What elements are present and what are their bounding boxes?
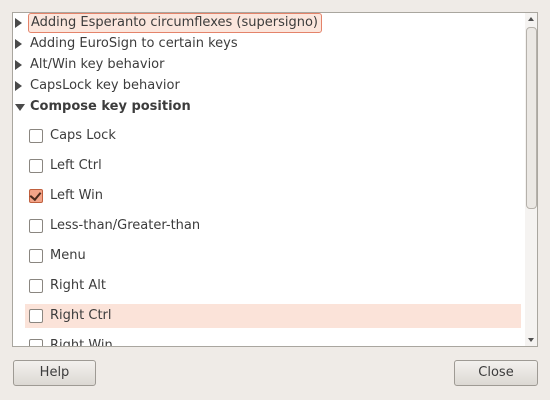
tree-item-label: Compose key position xyxy=(30,99,191,114)
checkmark-icon xyxy=(29,188,42,202)
tree-item-label: Adding EuroSign to certain keys xyxy=(30,36,238,51)
expand-arrow-icon[interactable] xyxy=(15,81,22,91)
scroll-up-arrow-icon[interactable] xyxy=(528,17,534,21)
close-button[interactable]: Close xyxy=(454,360,538,386)
options-tree-list: Adding Esperanto circumflexes (supersign… xyxy=(13,13,523,346)
vertical-scrollbar[interactable] xyxy=(525,13,537,346)
expand-arrow-icon[interactable] xyxy=(15,39,22,49)
option-right-alt[interactable]: Right Alt xyxy=(25,274,521,298)
checkbox[interactable] xyxy=(29,159,43,173)
tree-item-altwin[interactable]: Alt/Win key behavior xyxy=(13,55,523,76)
tree-item-esperanto[interactable]: Adding Esperanto circumflexes (supersign… xyxy=(13,13,523,34)
option-left-ctrl[interactable]: Left Ctrl xyxy=(25,154,521,178)
options-tree: Adding Esperanto circumflexes (supersign… xyxy=(12,12,538,347)
option-less-greater[interactable]: Less-than/Greater-than xyxy=(25,214,521,238)
option-label: Left Win xyxy=(50,188,104,203)
expand-arrow-icon[interactable] xyxy=(15,18,22,28)
option-label: Right Ctrl xyxy=(50,308,112,323)
option-right-ctrl[interactable]: Right Ctrl xyxy=(25,304,521,328)
tree-item-capslock[interactable]: CapsLock key behavior xyxy=(13,76,523,97)
tree-item-label: Alt/Win key behavior xyxy=(30,57,165,72)
option-label: Right Alt xyxy=(50,278,106,293)
checkbox[interactable] xyxy=(29,339,43,346)
checkbox[interactable] xyxy=(29,279,43,293)
option-caps-lock[interactable]: Caps Lock xyxy=(25,124,521,148)
checkbox[interactable] xyxy=(29,129,43,143)
option-label: Less-than/Greater-than xyxy=(50,218,201,233)
option-menu[interactable]: Menu xyxy=(25,244,521,268)
option-label: Right Win xyxy=(50,338,113,346)
collapse-arrow-icon[interactable] xyxy=(15,104,25,111)
tree-item-label: Adding Esperanto circumflexes (supersign… xyxy=(28,13,322,33)
checkbox-checked[interactable] xyxy=(29,188,43,203)
scroll-down-arrow-icon[interactable] xyxy=(528,338,534,342)
option-label: Menu xyxy=(50,248,86,263)
tree-item-label: CapsLock key behavior xyxy=(30,78,180,93)
option-right-win[interactable]: Right Win xyxy=(25,334,521,346)
checkbox[interactable] xyxy=(29,219,43,233)
checkbox[interactable] xyxy=(29,249,43,263)
tree-item-compose[interactable]: Compose key position xyxy=(13,97,523,118)
help-button[interactable]: Help xyxy=(13,360,96,386)
option-left-win[interactable]: Left Win xyxy=(25,184,521,208)
scroll-thumb[interactable] xyxy=(526,27,537,209)
tree-item-eurosign[interactable]: Adding EuroSign to certain keys xyxy=(13,34,523,55)
expand-arrow-icon[interactable] xyxy=(15,60,22,70)
option-label: Left Ctrl xyxy=(50,158,102,173)
option-label: Caps Lock xyxy=(50,128,116,143)
checkbox[interactable] xyxy=(29,309,43,323)
